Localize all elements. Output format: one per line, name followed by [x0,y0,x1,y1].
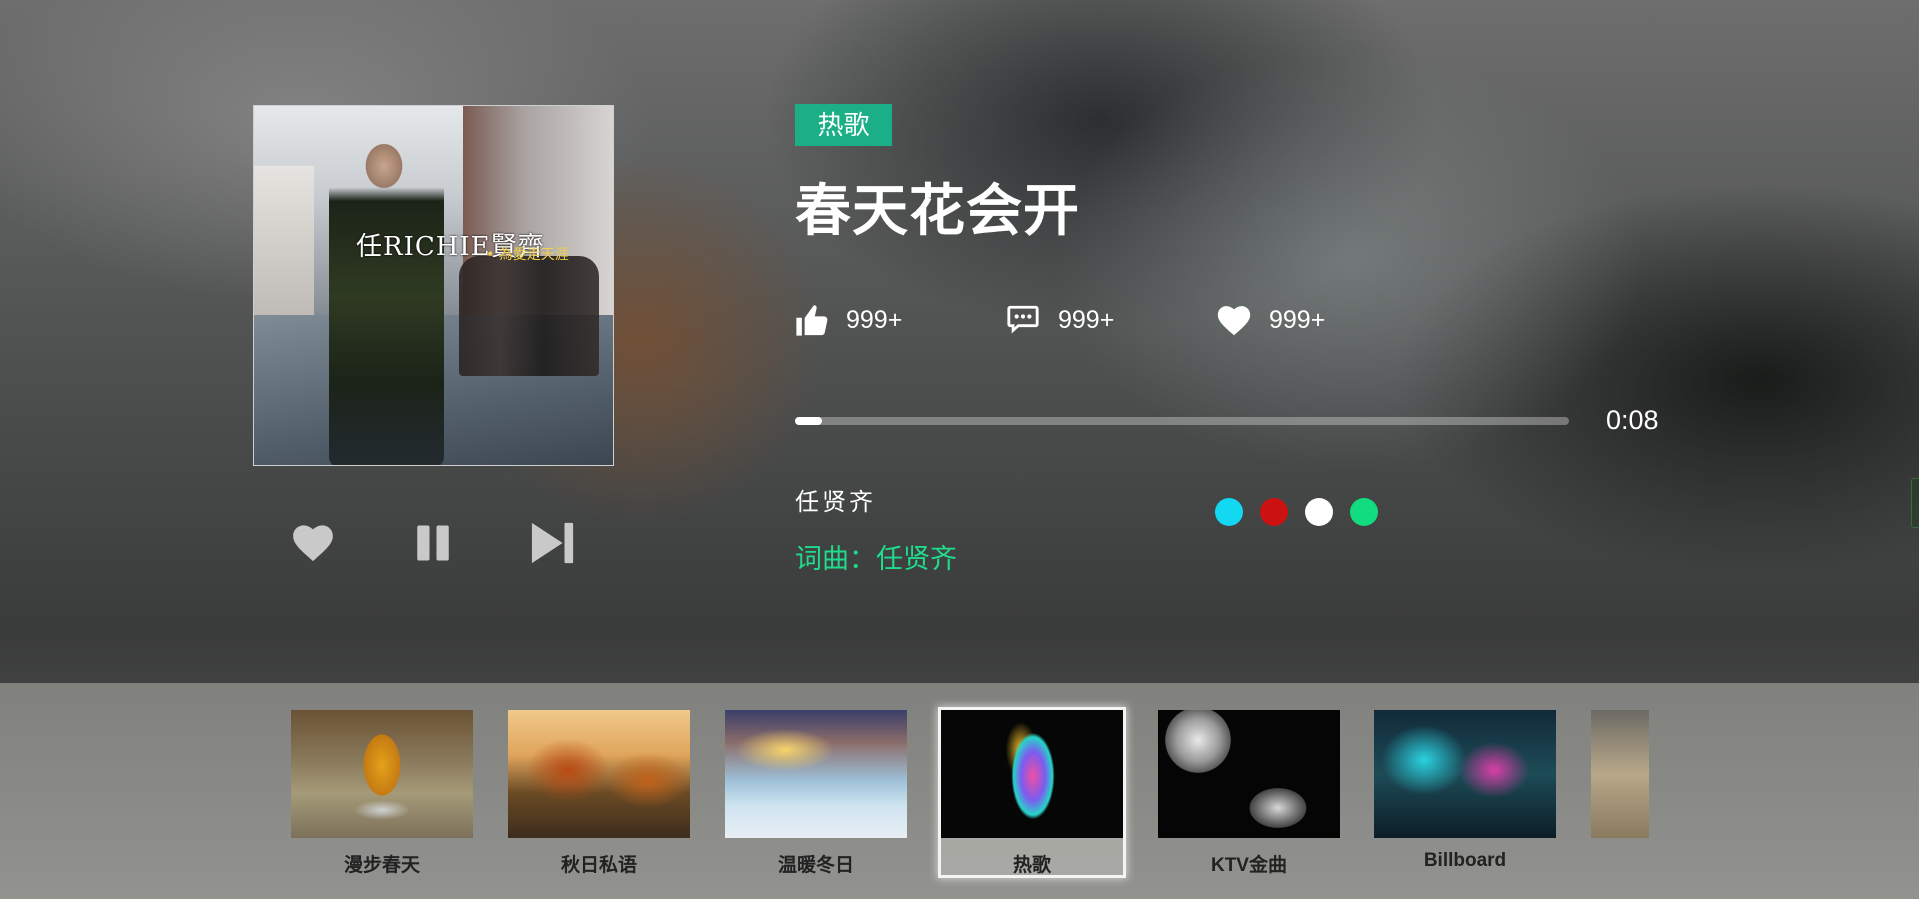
playlist-thumbnail [291,710,473,838]
heart-icon [1217,305,1251,335]
playlist-card-partial[interactable] [1591,710,1649,875]
favorite-count: 999+ [1269,305,1326,334]
playlist-label: Billboard [1423,850,1507,871]
song-title: 春天花会开 [795,179,1080,242]
playlist-card[interactable]: KTV金曲 [1158,710,1340,876]
comment-count: 999+ [1058,305,1115,334]
pause-icon [417,525,449,561]
cover-figure [329,126,444,465]
playlist-label: KTV金曲 [1210,855,1287,876]
theme-swatch-green[interactable] [1350,498,1378,526]
playlist-thumbnail [941,710,1123,838]
side-drawer-handle[interactable] [1911,478,1919,528]
playlist-card[interactable]: 秋日私语 [508,710,690,876]
artist-name[interactable]: 任贤齐 [795,482,876,517]
progress-fill [795,417,823,425]
progress-bar[interactable] [795,417,1569,425]
playlist-card-active[interactable]: 热歌 [941,710,1123,876]
playlist-label: 热歌 [1012,855,1051,876]
cover-walkers [459,256,599,376]
playlist-thumbnail [1591,710,1649,838]
playlist-label: 温暖冬日 [777,855,854,876]
playlist-card[interactable]: 漫步春天 [291,710,473,876]
pause-button[interactable] [410,520,456,566]
next-track-button[interactable] [530,520,576,566]
playlist-label: 漫步春天 [343,855,420,876]
skip-next-icon [531,522,574,564]
theme-swatch-white[interactable] [1305,498,1333,526]
like-stat[interactable]: 999+ [795,300,902,340]
playlist-thumbnail [1374,710,1556,838]
theme-swatch-red[interactable] [1260,498,1288,526]
like-count: 999+ [846,305,903,334]
playlist-thumbnail [725,710,907,838]
heart-icon [293,525,333,562]
playlist-card[interactable]: Billboard [1374,710,1556,875]
theme-swatches [1215,498,1378,526]
song-credits: 词曲：任贤齐 [795,544,957,574]
thumbs-up-icon [796,304,828,336]
comment-stat[interactable]: 999+ [1006,300,1114,340]
playlist-thumbnail [1158,710,1340,838]
playlist-label: 秋日私语 [560,855,637,876]
playlist-thumbnail [508,710,690,838]
favorite-stat[interactable]: 999+ [1217,300,1325,340]
cover-subtitle: • 為愛走天涯 [486,247,569,263]
elapsed-time: 0:08 [1606,405,1659,435]
album-cover: 任RICHIE賢齊 • 為愛走天涯 [253,105,614,466]
category-tag: 热歌 [795,104,892,146]
playlist-card[interactable]: 温暖冬日 [725,710,907,876]
theme-swatch-cyan[interactable] [1215,498,1243,526]
comment-bubble-icon [1007,305,1039,334]
like-control-button[interactable] [290,520,336,566]
